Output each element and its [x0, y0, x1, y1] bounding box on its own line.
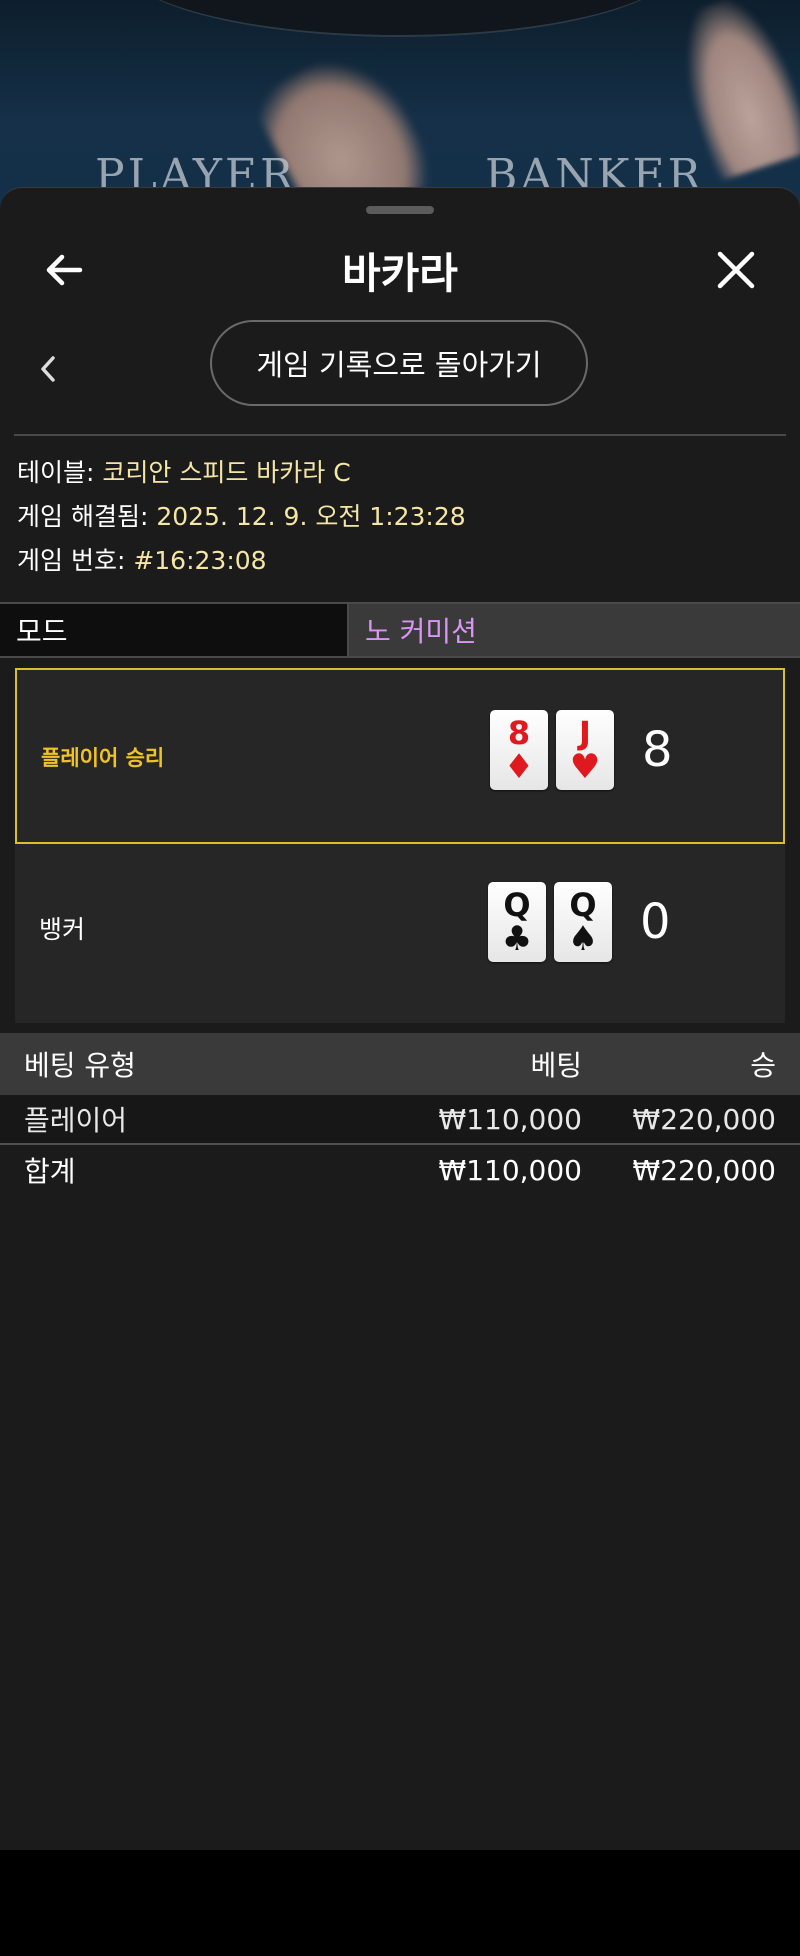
sheet-grabber[interactable] — [366, 206, 434, 214]
playing-card: Q ♣ — [488, 882, 546, 962]
row-bet-type: 플레이어 — [24, 1104, 128, 1137]
club-suit-icon: ♣ — [501, 919, 533, 959]
game-number-label: 게임 번호: — [17, 546, 126, 575]
card-rank: Q — [503, 886, 531, 924]
game-info: 테이블: 코리안 스피드 바카라 C 게임 해결됨: 2025. 12. 9. … — [17, 451, 787, 583]
game-detail-sheet: 바카라 게임 기록으로 돌아가기 테이블: 코리안 스피드 바카라 C 게임 해… — [0, 187, 800, 1851]
mode-value: 노 커미션 — [349, 604, 800, 656]
resolved-value: 2025. 12. 9. 오전 1:23:28 — [156, 502, 466, 531]
resolved-info: 게임 해결됨: 2025. 12. 9. 오전 1:23:28 — [17, 495, 787, 539]
table-info: 테이블: 코리안 스피드 바카라 C — [17, 451, 787, 495]
banker-cards: Q ♣ Q ♠ — [488, 882, 612, 962]
playing-card: 8 ♦ — [490, 710, 548, 790]
table-label: 테이블: — [17, 458, 95, 487]
total-win-amount: ₩220,000 — [632, 1153, 776, 1187]
sheet-header: 바카라 — [0, 228, 800, 308]
chevron-left-icon[interactable] — [36, 352, 60, 386]
heart-suit-icon: ♥ — [569, 747, 601, 787]
divider — [14, 434, 786, 436]
card-rank: J — [579, 714, 591, 752]
card-rank: 8 — [507, 714, 531, 752]
row-win-amount: ₩220,000 — [632, 1102, 776, 1136]
resolved-label: 게임 해결됨: — [17, 502, 149, 531]
total-row: 합계 ₩110,000 ₩220,000 — [0, 1145, 800, 1195]
back-to-history-button[interactable]: 게임 기록으로 돌아가기 — [210, 320, 588, 406]
bets-table: 베팅 유형 베팅 승 플레이어 ₩110,000 ₩220,000 합계 ₩11… — [0, 1033, 800, 1195]
bottom-safe-area — [0, 1850, 800, 1956]
player-cards: 8 ♦ J ♥ — [490, 710, 614, 790]
close-icon[interactable] — [712, 246, 760, 294]
banker-label: 뱅커 — [39, 915, 86, 944]
round-result: 플레이어 승리 8 ♦ J ♥ 8 뱅커 Q ♣ Q ♠ 0 — [15, 668, 785, 1023]
banker-score: 0 — [640, 894, 671, 950]
table-edge — [120, 0, 680, 37]
playing-card: Q ♠ — [554, 882, 612, 962]
card-rank: Q — [569, 886, 597, 924]
total-label: 합계 — [24, 1155, 76, 1188]
diamond-suit-icon: ♦ — [503, 747, 535, 787]
mode-row: 모드 노 커미션 — [0, 602, 800, 658]
header-bet-type: 베팅 유형 — [24, 1049, 136, 1082]
mode-label: 모드 — [0, 604, 349, 656]
player-result-row: 플레이어 승리 8 ♦ J ♥ 8 — [15, 668, 785, 844]
spade-suit-icon: ♠ — [567, 919, 599, 959]
player-score: 8 — [642, 722, 673, 778]
table-value: 코리안 스피드 바카라 C — [102, 458, 351, 487]
header-win: 승 — [750, 1049, 776, 1082]
playing-card: J ♥ — [556, 710, 614, 790]
history-subnav: 게임 기록으로 돌아가기 — [0, 318, 800, 420]
game-number-info: 게임 번호: #16:23:08 — [17, 539, 787, 583]
banker-result-row: 뱅커 Q ♣ Q ♠ 0 — [15, 844, 785, 1020]
bets-table-header: 베팅 유형 베팅 승 — [0, 1033, 800, 1095]
header-bet: 베팅 — [530, 1049, 582, 1082]
total-bet-amount: ₩110,000 — [438, 1153, 582, 1187]
row-bet-amount: ₩110,000 — [438, 1102, 582, 1136]
table-row: 플레이어 ₩110,000 ₩220,000 — [0, 1095, 800, 1145]
page-title: 바카라 — [342, 249, 458, 298]
game-number-value: #16:23:08 — [133, 546, 267, 575]
player-win-label: 플레이어 승리 — [41, 746, 165, 770]
